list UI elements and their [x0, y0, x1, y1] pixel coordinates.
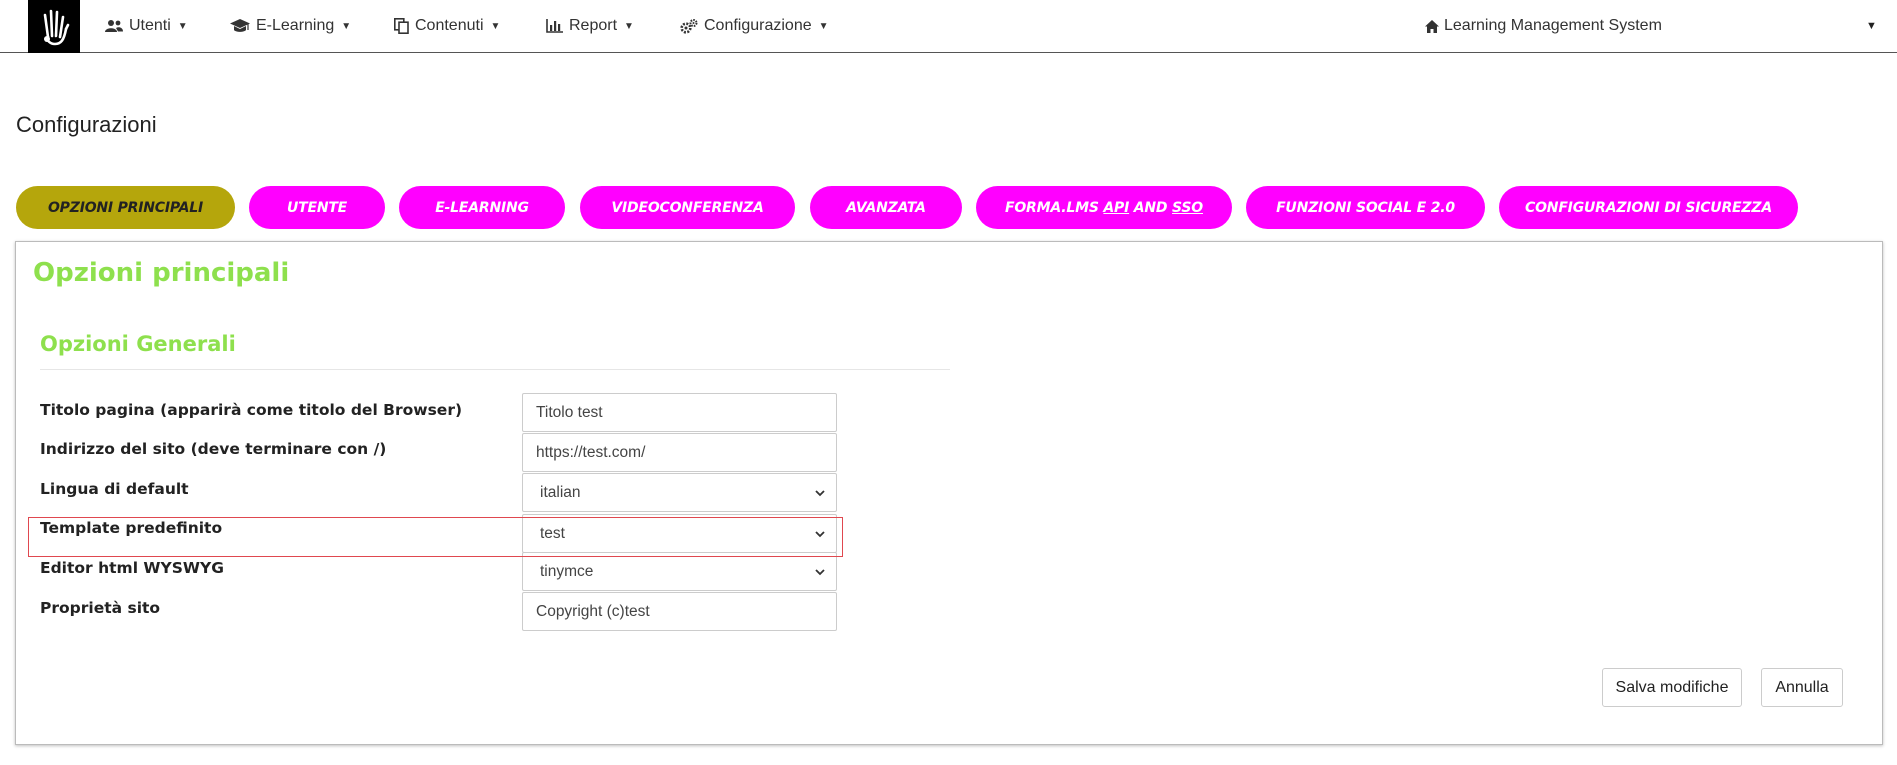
lingua-default-value: italian [540, 483, 581, 501]
field-label-editor-html: Editor html WYSWYG [40, 559, 224, 577]
nav-utenti-label: Utenti [129, 17, 171, 34]
hand-logo-icon[interactable] [28, 0, 80, 53]
tab-opzioni-principali[interactable]: OPZIONI PRINCIPALI [16, 186, 235, 229]
chevron-down-icon [815, 568, 825, 575]
nav-configurazione-label: Configurazione [704, 17, 812, 34]
site-title-label: Learning Management System [1444, 17, 1662, 34]
cogs-icon [680, 18, 698, 34]
tab-funzioni-social[interactable]: FUNZIONI SOCIAL E 2.0 [1246, 186, 1485, 229]
nav-configurazione[interactable]: Configurazione ▼ [680, 0, 829, 52]
home-icon [1425, 19, 1439, 33]
caret-down-icon: ▼ [490, 20, 501, 32]
proprieta-sito-input[interactable]: Copyright (c)test [522, 592, 837, 631]
site-title[interactable]: Learning Management System [1425, 0, 1662, 52]
template-predefinito-select[interactable]: test [522, 514, 837, 553]
nav-utenti[interactable]: Utenti ▼ [105, 0, 188, 52]
tab-api-sso-mid: AND [1129, 199, 1173, 216]
nav-e-learning-label: E-Learning [256, 17, 335, 34]
field-label-lingua-default: Lingua di default [40, 480, 189, 498]
top-navbar: Utenti ▼ E-Learning ▼ Contenuti ▼ Report… [0, 0, 1897, 53]
field-label-proprieta-sito: Proprietà sito [40, 599, 161, 617]
editor-html-select[interactable]: tinymce [522, 552, 837, 591]
nav-report-label: Report [569, 17, 618, 34]
tab-e-learning[interactable]: E-LEARNING [399, 186, 565, 229]
tab-avanzata[interactable]: AVANZATA [810, 186, 962, 229]
lingua-default-select[interactable]: italian [522, 473, 837, 512]
field-label-indirizzo-sito: Indirizzo del sito (deve terminare con /… [40, 440, 387, 458]
caret-down-icon: ▼ [818, 20, 829, 32]
user-menu-caret-icon[interactable]: ▼ [1866, 0, 1877, 52]
indirizzo-sito-input[interactable]: https://test.com/ [522, 433, 837, 472]
cancel-button[interactable]: Annulla [1761, 668, 1843, 707]
tab-videoconferenza[interactable]: VIDEOCONFERENZA [580, 186, 795, 229]
tab-configurazioni-sicurezza[interactable]: CONFIGURAZIONI DI SICUREZZA [1499, 186, 1798, 229]
tab-api-sso-api: API [1103, 199, 1130, 216]
field-label-template-predefinito: Template predefinito [40, 519, 223, 537]
nav-contenuti-label: Contenuti [415, 17, 484, 34]
settings-panel: Opzioni principali Opzioni Generali Tito… [15, 241, 1883, 745]
chevron-down-icon [815, 489, 825, 496]
section-title: Opzioni Generali [40, 332, 236, 356]
files-icon [394, 18, 409, 34]
nav-e-learning[interactable]: E-Learning ▼ [230, 0, 351, 52]
bar-chart-icon [546, 19, 563, 33]
users-icon [105, 20, 123, 32]
editor-html-value: tinymce [540, 562, 594, 580]
page-title: Configurazioni [16, 112, 157, 137]
tab-utente[interactable]: UTENTE [249, 186, 385, 229]
panel-title: Opzioni principali [33, 258, 290, 288]
nav-contenuti[interactable]: Contenuti ▼ [394, 0, 500, 52]
caret-down-icon: ▼ [624, 20, 634, 32]
chevron-down-icon [815, 530, 825, 537]
nav-report[interactable]: Report ▼ [546, 0, 634, 52]
save-button[interactable]: Salva modifiche [1602, 668, 1742, 707]
caret-down-icon: ▼ [341, 20, 352, 32]
tab-api-sso-sso: SSO [1172, 199, 1203, 216]
section-divider [40, 369, 950, 370]
caret-down-icon: ▼ [177, 20, 188, 32]
titolo-pagina-input[interactable]: Titolo test [522, 393, 837, 432]
graduation-cap-icon [230, 19, 250, 32]
field-label-titolo-pagina: Titolo pagina (apparirà come titolo del … [40, 401, 463, 419]
tab-forma-lms-api-sso[interactable]: FORMA.LMS API AND SSO [976, 186, 1232, 229]
tab-api-sso-prefix: FORMA.LMS [1004, 199, 1104, 216]
template-predefinito-value: test [540, 524, 565, 542]
